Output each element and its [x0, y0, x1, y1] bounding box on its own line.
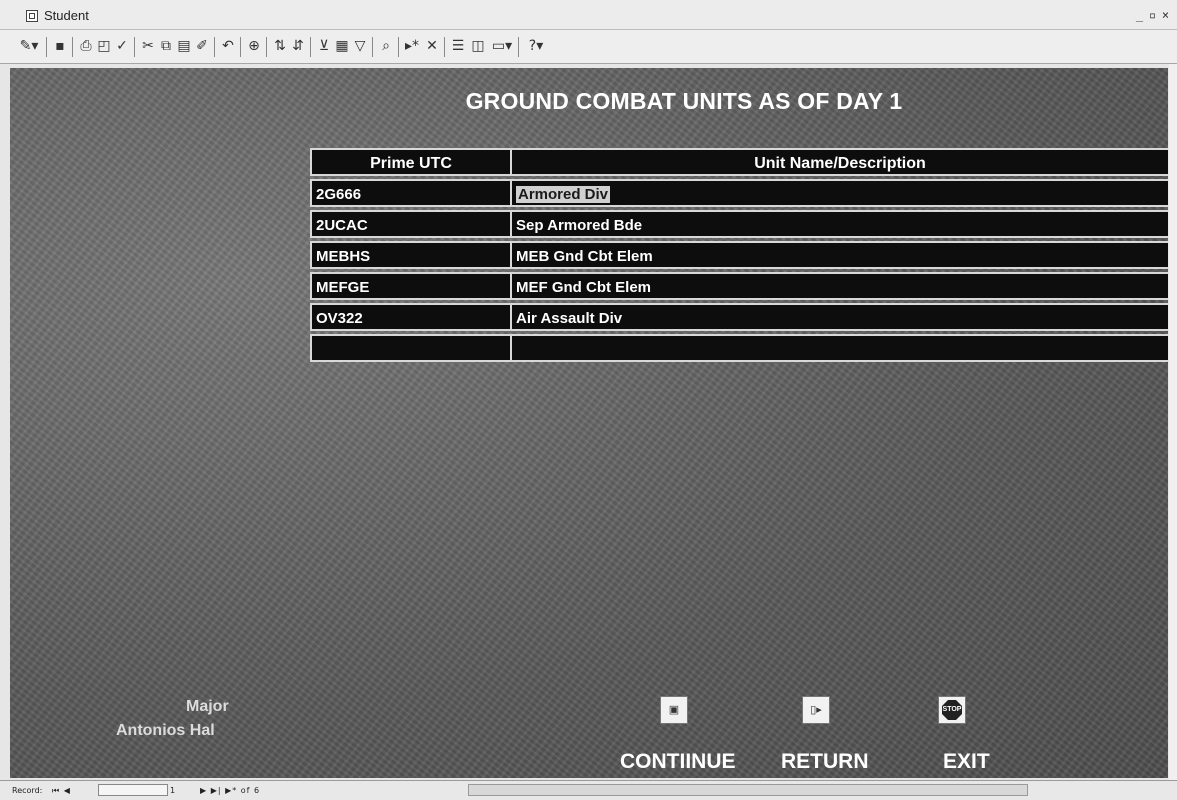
record-navigation-bar: Record: ⏮ ◀ 1 ▶ ▶| ▶* of 6 — [0, 780, 1177, 800]
sort-ascending-icon[interactable]: ⇅ — [272, 37, 288, 55]
unit-name-field[interactable]: Air Assault Div — [510, 303, 1168, 331]
record-label: Record: — [12, 786, 43, 795]
apply-filter-icon[interactable]: ▽ — [352, 37, 368, 55]
save-icon[interactable]: ▪ — [52, 37, 68, 55]
window-controls: _ ▫ × — [1134, 8, 1171, 22]
prime-utc-field[interactable]: MEFGE — [310, 272, 510, 300]
continue-label[interactable]: CONTIINUE — [620, 750, 736, 774]
form-area: GROUND COMBAT UNITS AS OF DAY 1 Prime UT… — [10, 68, 1168, 778]
door-exit-icon: ▯▸ — [810, 704, 822, 716]
prime-utc-field[interactable]: MEBHS — [310, 241, 510, 269]
format-painter-icon[interactable]: ✐ — [194, 37, 210, 55]
minimize-button[interactable]: _ — [1134, 8, 1145, 22]
selected-unit-name: Armored Div — [516, 186, 611, 203]
unit-name-field[interactable]: MEF Gnd Cbt Elem — [510, 272, 1168, 300]
cut-icon[interactable]: ✂ — [140, 37, 156, 55]
sort-descending-icon[interactable]: ⇵ — [290, 37, 306, 55]
unit-name-field[interactable]: MEB Gnd Cbt Elem — [510, 241, 1168, 269]
prime-utc-field[interactable]: 2UCAC — [310, 210, 510, 238]
form-title: GROUND COMBAT UNITS AS OF DAY 1 — [465, 88, 903, 114]
find-icon[interactable]: ⌕ — [378, 37, 394, 55]
stop-sign-icon: STOP — [942, 700, 962, 720]
horizontal-scrollbar[interactable] — [468, 784, 1028, 796]
student-rank: Major — [186, 698, 229, 715]
help-icon[interactable]: ?▾ — [524, 37, 548, 55]
column-header-prime-utc: Prime UTC — [310, 148, 510, 176]
hyperlink-icon[interactable]: ⊕ — [246, 37, 262, 55]
print-preview-icon[interactable]: ◰ — [96, 37, 112, 55]
table-new-row — [310, 334, 1168, 365]
column-header-unit-name: Unit Name/Description — [510, 148, 1168, 176]
spelling-icon[interactable]: ✓ — [114, 37, 130, 55]
record-number-box[interactable] — [98, 784, 168, 796]
database-window-icon[interactable]: ◫ — [470, 37, 486, 55]
student-name: Antonios Hal — [116, 722, 215, 739]
undo-icon[interactable]: ↶ — [220, 37, 236, 55]
continue-button[interactable]: ▣ — [660, 696, 688, 724]
exit-label[interactable]: EXIT — [943, 750, 990, 774]
continue-icon: ▣ — [668, 704, 680, 716]
exit-button[interactable]: STOP — [938, 696, 966, 724]
record-number[interactable]: 1 — [170, 786, 175, 795]
design-view-icon[interactable]: ✎▾ — [16, 37, 42, 55]
toolbar: ✎▾ ▪ ⎙ ◰ ✓ ✂ ⧉ ▤ ✐ ↶ ⊕ ⇅ ⇵ ⊻ ▦ ▽ ⌕ ▸* ✕ … — [0, 30, 1177, 64]
unit-name-field[interactable]: Sep Armored Bde — [510, 210, 1168, 238]
units-table: Prime UTC Unit Name/Description 2G666 Ar… — [310, 148, 1168, 365]
table-row: 2UCAC Sep Armored Bde — [310, 210, 1168, 241]
copy-icon[interactable]: ⧉ — [158, 37, 174, 55]
table-row: MEFGE MEF Gnd Cbt Elem — [310, 272, 1168, 303]
print-icon[interactable]: ⎙ — [78, 37, 94, 55]
unit-name-field[interactable] — [510, 334, 1168, 362]
prime-utc-field[interactable]: 2G666 — [310, 179, 510, 207]
properties-icon[interactable]: ☰ — [450, 37, 466, 55]
delete-record-icon[interactable]: ✕ — [424, 37, 440, 55]
record-nav-next-buttons[interactable]: ▶ ▶| ▶* of 6 — [200, 786, 260, 795]
table-row: 2G666 Armored Div — [310, 179, 1168, 210]
table-row: OV322 Air Assault Div — [310, 303, 1168, 334]
filter-by-form-icon[interactable]: ▦ — [334, 37, 350, 55]
return-button[interactable]: ▯▸ — [802, 696, 830, 724]
window-title-bar: Student _ ▫ × — [0, 0, 1177, 30]
vertical-scrollbar[interactable] — [1169, 64, 1177, 780]
new-object-icon[interactable]: ▭▾ — [490, 37, 514, 55]
prime-utc-field[interactable] — [310, 334, 510, 362]
unit-name-field[interactable]: Armored Div — [510, 179, 1168, 207]
restore-button[interactable]: ▫ — [1147, 8, 1158, 22]
record-nav-prev-buttons[interactable]: ⏮ ◀ — [52, 786, 71, 796]
table-header-row: Prime UTC Unit Name/Description — [310, 148, 1168, 179]
form-window-icon — [26, 10, 38, 22]
window-title: Student — [44, 8, 89, 23]
new-record-icon[interactable]: ▸* — [404, 37, 420, 55]
paste-icon[interactable]: ▤ — [176, 37, 192, 55]
prime-utc-field[interactable]: OV322 — [310, 303, 510, 331]
filter-by-selection-icon[interactable]: ⊻ — [316, 37, 332, 55]
close-button[interactable]: × — [1160, 8, 1171, 22]
table-row: MEBHS MEB Gnd Cbt Elem — [310, 241, 1168, 272]
return-label[interactable]: RETURN — [781, 750, 869, 774]
